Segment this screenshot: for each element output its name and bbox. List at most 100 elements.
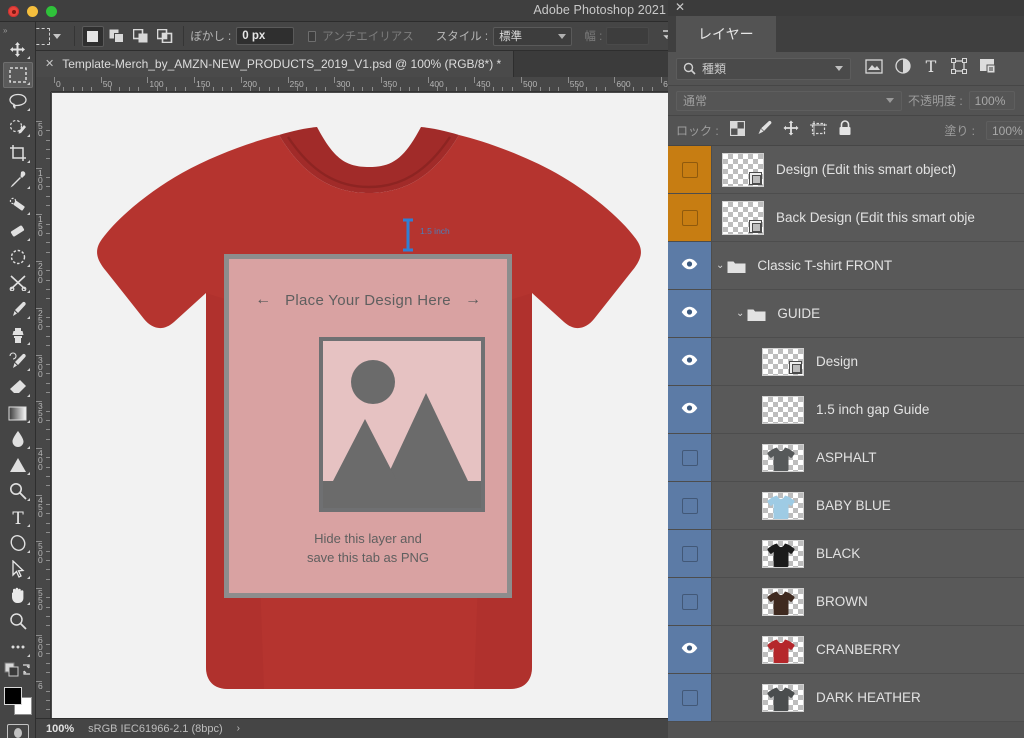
layer-row[interactable]: BLACK [668, 530, 1024, 578]
layer-thumbnail[interactable] [762, 635, 804, 664]
layer-visibility-toggle[interactable] [668, 242, 712, 289]
layer-row[interactable]: DARK HEATHER [668, 674, 1024, 722]
scissors-tool[interactable] [3, 270, 33, 296]
layer-visibility-toggle[interactable] [668, 530, 712, 577]
close-icon[interactable]: ✕ [45, 58, 54, 70]
layer-row[interactable]: ⌄ Classic T-shirt FRONT [668, 242, 1024, 290]
zoom-window-button[interactable] [46, 6, 57, 17]
layer-thumbnail[interactable] [762, 539, 804, 568]
filter-kind-select[interactable]: 種類 [676, 57, 851, 80]
status-zoom-level[interactable]: 100% [46, 723, 74, 735]
blur-tool[interactable] [3, 426, 33, 452]
blend-mode-select[interactable]: 通常 [676, 90, 902, 111]
layer-visibility-toggle[interactable] [668, 434, 712, 481]
subtract-from-selection-button[interactable] [130, 26, 152, 47]
layer-thumbnail[interactable] [722, 200, 764, 235]
layer-thumbnail[interactable] [762, 395, 804, 424]
dodge-tool[interactable] [3, 452, 33, 478]
status-chevron-icon[interactable]: › [237, 723, 240, 734]
layer-row[interactable]: BROWN [668, 578, 1024, 626]
vertical-ruler[interactable]: 50 100 150 200 250 300 350 400 450 500 550 600 6 [36, 92, 51, 718]
layer-row[interactable]: Design [668, 338, 1024, 386]
layer-visibility-toggle[interactable] [668, 338, 712, 385]
layer-thumbnail[interactable] [722, 152, 764, 187]
pixel-layers-filter-icon[interactable] [865, 58, 883, 79]
quick-mask-icon[interactable] [6, 724, 29, 738]
shape-layers-filter-icon[interactable] [951, 58, 967, 79]
brush-tool[interactable] [3, 296, 33, 322]
width-input[interactable] [606, 27, 649, 45]
layer-row-body[interactable]: ⌄ Classic T-shirt FRONT [712, 258, 1024, 273]
layer-thumbnail[interactable] [762, 347, 804, 376]
layer-row-body[interactable]: BABY BLUE [712, 491, 1024, 520]
path-selection-tool[interactable] [3, 556, 33, 582]
layer-row-body[interactable]: ⌄ GUIDE [712, 306, 1024, 321]
layer-row-body[interactable]: Back Design (Edit this smart obje [712, 200, 1024, 235]
clone-stamp-tool[interactable] [3, 322, 33, 348]
layer-row-body[interactable]: DARK HEATHER [712, 683, 1024, 712]
eyedropper-tool[interactable] [3, 166, 33, 192]
smart-object-filter-icon[interactable] [979, 58, 996, 79]
layer-list[interactable]: Design (Edit this smart object) Back Desi… [668, 146, 1024, 738]
minimize-window-button[interactable] [27, 6, 38, 17]
type-tool[interactable]: T [3, 504, 33, 530]
pen-tool[interactable] [3, 478, 33, 504]
content-aware-fill-tool[interactable] [3, 244, 33, 270]
layer-thumbnail[interactable] [762, 491, 804, 520]
layer-row-body[interactable]: Design [712, 347, 1024, 376]
document-tab[interactable]: ✕ Template-Merch_by_AMZN-NEW_PRODUCTS_20… [36, 51, 515, 77]
lock-image-pixels-icon[interactable] [756, 120, 772, 141]
toolbar-grip[interactable]: » [0, 26, 35, 36]
intersect-with-selection-button[interactable] [154, 26, 176, 47]
layer-row[interactable]: CRANBERRY [668, 626, 1024, 674]
design-placement-box[interactable]: ← Place Your Design Here → Hide this lay… [224, 254, 512, 598]
layer-visibility-toggle[interactable] [668, 578, 712, 625]
eraser-tool[interactable] [3, 374, 33, 400]
fill-input[interactable]: 100% [986, 121, 1024, 140]
layer-visibility-toggle[interactable] [668, 482, 712, 529]
layer-visibility-toggle[interactable] [668, 194, 712, 241]
lock-position-icon[interactable] [783, 120, 799, 141]
layer-row-body[interactable]: BLACK [712, 539, 1024, 568]
chevron-down-icon[interactable] [52, 33, 61, 39]
shape-tool[interactable] [3, 530, 33, 556]
layer-row[interactable]: Back Design (Edit this smart obje [668, 194, 1024, 242]
quick-selection-tool[interactable] [3, 114, 33, 140]
style-select[interactable]: 標準 [493, 26, 573, 46]
opacity-input[interactable]: 100% [968, 91, 1015, 110]
lock-transparent-pixels-icon[interactable] [729, 120, 745, 141]
horizontal-ruler[interactable]: 05010015020025030035040045050055060065 [36, 77, 676, 92]
feather-input[interactable]: 0 px [236, 27, 294, 45]
layer-row[interactable]: BABY BLUE [668, 482, 1024, 530]
rectangular-marquee-tool[interactable] [2, 62, 33, 88]
disclosure-triangle-icon[interactable]: ⌄ [736, 308, 744, 319]
disclosure-triangle-icon[interactable]: ⌄ [716, 260, 724, 271]
type-layers-filter-icon[interactable]: T [923, 57, 939, 79]
layer-row[interactable]: 1.5 inch gap Guide [668, 386, 1024, 434]
layer-row-body[interactable]: BROWN [712, 587, 1024, 616]
layer-row-body[interactable]: CRANBERRY [712, 635, 1024, 664]
tab-layers[interactable]: レイヤー [676, 16, 776, 52]
default-colors-icon[interactable] [3, 660, 33, 680]
layer-thumbnail[interactable] [762, 443, 804, 472]
lock-artboard-nesting-icon[interactable] [809, 120, 827, 141]
layer-row-body[interactable]: 1.5 inch gap Guide [712, 395, 1024, 424]
layer-visibility-toggle[interactable] [668, 674, 712, 721]
close-window-button[interactable] [8, 6, 19, 17]
history-brush-tool[interactable] [3, 348, 33, 374]
edit-toolbar-tool[interactable] [3, 634, 33, 660]
layer-visibility-toggle[interactable] [668, 626, 712, 673]
layer-row[interactable]: ⌄ GUIDE [668, 290, 1024, 338]
layer-row-body[interactable]: ASPHALT [712, 443, 1024, 472]
layer-visibility-toggle[interactable] [668, 290, 712, 337]
layer-row[interactable]: ASPHALT [668, 434, 1024, 482]
color-swatches[interactable] [3, 686, 33, 716]
crop-tool[interactable] [3, 140, 33, 166]
layer-visibility-toggle[interactable] [668, 386, 712, 433]
document-canvas[interactable]: 1.5 inch ← Place Your Design Here → Hide… [52, 93, 676, 718]
adjustment-layers-filter-icon[interactable] [895, 58, 911, 79]
foreground-color-swatch[interactable] [3, 687, 22, 705]
spot-healing-brush-tool[interactable] [3, 192, 33, 218]
lasso-tool[interactable] [3, 88, 33, 114]
layer-thumbnail[interactable] [762, 683, 804, 712]
